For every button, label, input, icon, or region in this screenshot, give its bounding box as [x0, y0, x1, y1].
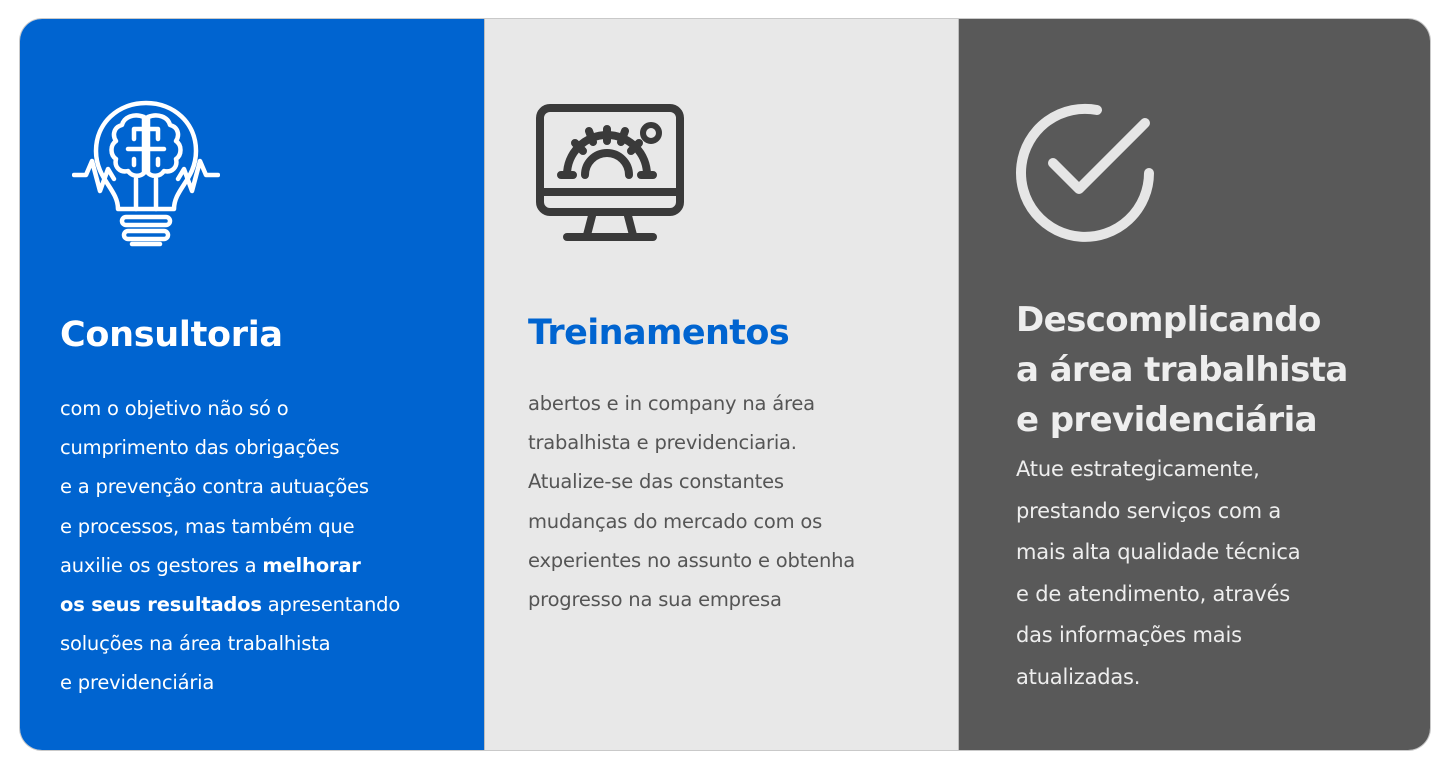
description-line: mudanças do mercado com os: [528, 502, 948, 541]
text-run: com o objetivo não só o: [60, 397, 289, 420]
card-description: abertos e in company na área trabalhista …: [528, 384, 948, 619]
description-line: auxilie os gestores a melhorar: [60, 546, 480, 585]
card-treinamentos: Treinamentos abertos e in company na áre…: [484, 19, 959, 750]
card-title: Descomplicando a área trabalhista e prev…: [1016, 295, 1416, 445]
text-run: e a prevenção contra autuações: [60, 475, 369, 499]
text-run: trabalhista e previdenciaria.: [528, 431, 797, 455]
description-line: e a prevenção contra autuações: [60, 467, 480, 506]
card-description: com o objetivo não só o cumprimento das o…: [60, 389, 480, 703]
text-run: mais alta qualidade técnica: [1016, 540, 1301, 565]
description-line: e de atendimento, através: [1016, 574, 1396, 616]
text-run: soluções na área trabalhista: [60, 632, 331, 656]
card-descomplicando: Descomplicando a área trabalhista e prev…: [959, 19, 1430, 750]
text-run: Atualize-se das constantes: [528, 470, 784, 494]
card-title-line: e previdenciária: [1016, 400, 1318, 440]
description-line: Atue estrategicamente,: [1016, 449, 1396, 491]
card-title-line: a área trabalhista: [1016, 350, 1348, 390]
description-line: abertos e in company na área: [528, 384, 948, 423]
description-line: cumprimento das obrigações: [60, 428, 480, 467]
lightbulb-brain-icon: [71, 99, 221, 249]
text-run: prestando serviços com a: [1016, 498, 1281, 523]
description-line: mais alta qualidade técnica: [1016, 532, 1396, 574]
description-line: os seus resultados apresentando: [60, 585, 480, 624]
text-run: mudanças do mercado com os: [528, 509, 823, 533]
text-run: e processos, mas também que: [60, 514, 355, 538]
text-run: experientes no assunto e obtenha: [528, 548, 856, 572]
monitor-gear-icon: [535, 103, 685, 245]
description-line: trabalhista e previdenciaria.: [528, 423, 948, 462]
card-description: Atue estrategicamente, prestando serviços…: [1016, 449, 1396, 699]
card-title: Treinamentos: [528, 313, 790, 353]
text-run: abertos e in company na área: [528, 392, 815, 415]
description-line: e processos, mas também que: [60, 507, 480, 546]
card-title-line: Descomplicando: [1016, 300, 1321, 340]
description-line: progresso na sua empresa: [528, 580, 948, 619]
description-line: e previdenciária: [60, 663, 480, 702]
card-title: Consultoria: [60, 315, 283, 355]
emphasis-text: os seus resultados: [60, 593, 262, 617]
description-line: prestando serviços com a: [1016, 491, 1396, 533]
description-line: com o objetivo não só o: [60, 389, 480, 428]
circle-check-icon: [1013, 101, 1157, 245]
text-run: e previdenciária: [60, 671, 215, 695]
text-run: auxilie os gestores a: [60, 553, 263, 577]
text-run: das informações mais: [1016, 623, 1242, 648]
text-run: e de atendimento, através: [1016, 581, 1291, 606]
description-line: das informações mais: [1016, 615, 1396, 657]
description-line: soluções na área trabalhista: [60, 624, 480, 663]
text-run: Atue estrategicamente,: [1016, 457, 1260, 481]
text-run: progresso na sua empresa: [528, 588, 782, 612]
text-run: atualizadas.: [1016, 664, 1141, 689]
card-consultoria: Consultoria com o objetivo não só o cumpr…: [20, 19, 484, 750]
emphasis-text: melhorar: [262, 553, 361, 577]
description-line: Atualize-se das constantes: [528, 462, 948, 501]
description-line: atualizadas.: [1016, 657, 1396, 699]
text-run: apresentando: [261, 593, 401, 617]
text-run: cumprimento das obrigações: [60, 436, 340, 460]
description-line: experientes no assunto e obtenha: [528, 541, 948, 580]
service-cards: Consultoria com o objetivo não só o cumpr…: [20, 19, 1430, 750]
